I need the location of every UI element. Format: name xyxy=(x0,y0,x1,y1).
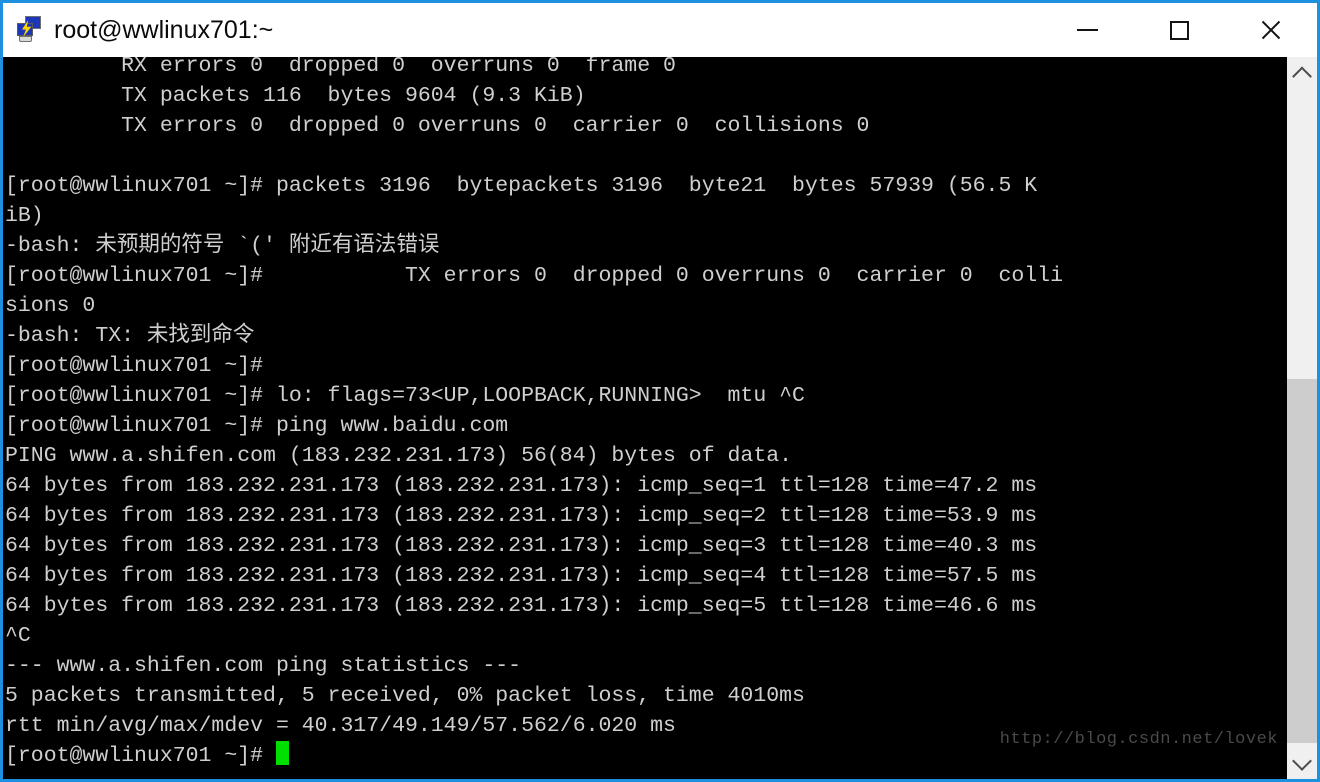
chevron-down-icon xyxy=(1292,751,1312,771)
terminal-line: 64 bytes from 183.232.231.173 (183.232.2… xyxy=(5,504,1038,528)
close-icon xyxy=(1259,18,1283,42)
terminal-line: 64 bytes from 183.232.231.173 (183.232.2… xyxy=(5,594,1038,618)
terminal-line: sions 0 xyxy=(5,294,96,318)
terminal-line: TX packets 116 bytes 9604 (9.3 KiB) xyxy=(5,84,586,108)
terminal-line: ^C xyxy=(5,624,31,648)
terminal-line: 64 bytes from 183.232.231.173 (183.232.2… xyxy=(5,534,1038,558)
terminal-body: RX errors 0 dropped 0 overruns 0 frame 0… xyxy=(3,57,1317,779)
titlebar-left-group: root@wwlinux701:~ xyxy=(3,15,1041,45)
terminal-line: -bash: 未预期的符号 `(' 附近有语法错误 xyxy=(5,234,440,258)
terminal-output-area[interactable]: RX errors 0 dropped 0 overruns 0 frame 0… xyxy=(3,57,1286,779)
shell-prompt: [root@wwlinux701 ~]# xyxy=(5,744,276,768)
terminal-line: 64 bytes from 183.232.231.173 (183.232.2… xyxy=(5,564,1038,588)
close-button[interactable] xyxy=(1225,3,1317,57)
icon-monitor-base xyxy=(19,36,32,42)
terminal-line: RX errors 0 dropped 0 overruns 0 frame 0 xyxy=(5,57,676,78)
terminal-line: [root@wwlinux701 ~]# lo: flags=73<UP,LOO… xyxy=(5,384,805,408)
window-controls xyxy=(1041,3,1317,57)
putty-terminal-icon xyxy=(15,15,45,45)
terminal-line: [root@wwlinux701 ~]# ping www.baidu.com xyxy=(5,414,509,438)
minimize-icon xyxy=(1076,29,1098,31)
terminal-line: --- www.a.shifen.com ping statistics --- xyxy=(5,654,522,678)
scrollbar-thumb[interactable] xyxy=(1287,379,1317,743)
chevron-up-icon xyxy=(1292,66,1312,87)
terminal-line: [root@wwlinux701 ~]# packets 3196 bytepa… xyxy=(5,174,1038,198)
terminal-line: iB) xyxy=(5,204,44,228)
terminal-line: TX errors 0 dropped 0 overruns 0 carrier… xyxy=(5,114,870,138)
window-titlebar[interactable]: root@wwlinux701:~ xyxy=(3,3,1317,57)
terminal-scrollbar[interactable] xyxy=(1286,57,1317,779)
terminal-line: 5 packets transmitted, 5 received, 0% pa… xyxy=(5,684,805,708)
maximize-icon xyxy=(1169,20,1189,40)
terminal-line: 64 bytes from 183.232.231.173 (183.232.2… xyxy=(5,474,1038,498)
watermark-text: http://blog.csdn.net/lovek xyxy=(999,730,1278,749)
maximize-button[interactable] xyxy=(1133,3,1225,57)
terminal-line: [root@wwlinux701 ~]# TX errors 0 dropped… xyxy=(5,264,1063,288)
window-title: root@wwlinux701:~ xyxy=(54,15,274,44)
text-cursor xyxy=(275,741,289,765)
terminal-line: [root@wwlinux701 ~]# xyxy=(5,354,264,378)
terminal-window: root@wwlinux701:~ RX errors 0 dropped 0 … xyxy=(0,0,1320,782)
scroll-down-button[interactable] xyxy=(1287,743,1317,779)
minimize-button[interactable] xyxy=(1041,3,1133,57)
terminal-line: PING www.a.shifen.com (183.232.231.173) … xyxy=(5,444,793,468)
terminal-line: -bash: TX: 未找到命令 xyxy=(5,324,255,348)
scroll-up-button[interactable] xyxy=(1287,57,1317,93)
terminal-screen: RX errors 0 dropped 0 overruns 0 frame 0… xyxy=(5,57,1284,771)
